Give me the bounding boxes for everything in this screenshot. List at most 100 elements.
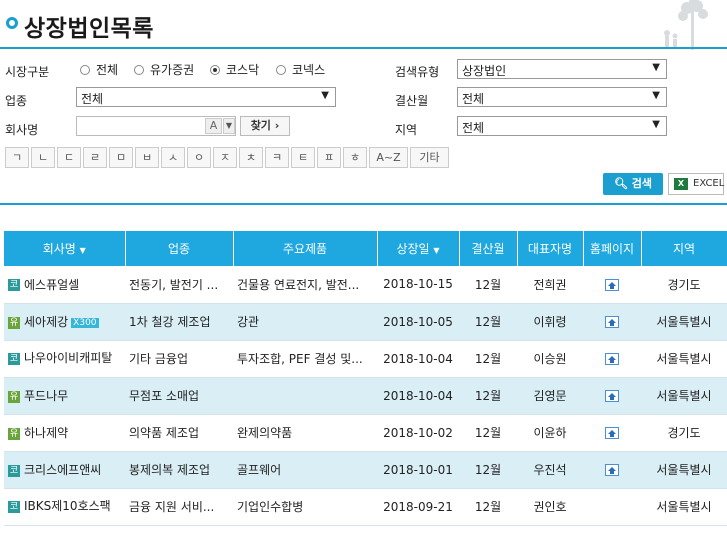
cell-ceo: 이휘령	[517, 303, 583, 341]
home-icon[interactable]	[605, 316, 619, 328]
settle-month-value: 전체	[462, 92, 485, 106]
excel-button-label: EXCEL	[693, 178, 725, 189]
header-region: 지역	[641, 231, 727, 266]
company-table: 회사명 ▼ 업종 주요제품 상장일 ▼ 결산월 대표자명 홈페이지 지역 코 에스…	[4, 231, 727, 526]
company-link[interactable]: 하나제약	[24, 426, 68, 440]
chevron-down-icon: ▼	[652, 62, 660, 73]
company-link[interactable]: 에스퓨얼셀	[24, 278, 79, 292]
initial-button[interactable]: ㅈ	[213, 147, 237, 168]
radio-market-konex[interactable]: 코넥스	[276, 61, 325, 78]
initial-button[interactable]: ㅇ	[187, 147, 211, 168]
header-ceo: 대표자명	[517, 231, 584, 266]
initial-button[interactable]: ㅂ	[135, 147, 159, 168]
cell-listing-date: 2018-10-02	[377, 414, 459, 452]
search-type-value: 상장법인	[462, 64, 507, 78]
cell-company[interactable]: 코 크리스에프앤씨	[4, 451, 125, 489]
table-row: 코 크리스에프앤씨 봉제의복 제조업 골프웨어 2018-10-01 12월 우진석 서울특별…	[4, 451, 727, 489]
cell-product	[233, 377, 377, 415]
cell-industry: 무점포 소매업	[125, 377, 233, 415]
cell-industry: 기타 금융업	[125, 340, 233, 378]
cell-industry: 1차 철강 제조업	[125, 303, 233, 341]
settle-month-select[interactable]: 전체 ▼	[457, 87, 667, 107]
company-link[interactable]: IBKS제10호스팩	[24, 499, 111, 513]
search-type-label: 검색유형	[395, 65, 440, 79]
home-icon[interactable]	[605, 390, 619, 402]
title-bar: 상장법인목록	[0, 0, 727, 50]
header-listing-date[interactable]: 상장일 ▼	[377, 231, 460, 266]
cell-company[interactable]: 유 하나제약	[4, 414, 125, 452]
initial-button-az[interactable]: A~Z	[369, 147, 408, 168]
initial-button[interactable]: ㅍ	[317, 147, 341, 168]
cell-region: 경기도	[641, 266, 727, 304]
cell-region: 서울특별시	[641, 377, 727, 415]
initial-button[interactable]: ㄷ	[57, 147, 81, 168]
header-company[interactable]: 회사명 ▼	[4, 231, 126, 266]
initial-filter-bar: ㄱ ㄴ ㄷ ㄹ ㅁ ㅂ ㅅ ㅇ ㅈ ㅊ ㅋ ㅌ ㅍ ㅎ A~Z 기타	[5, 147, 451, 168]
company-link[interactable]: 푸드나무	[24, 389, 68, 403]
radio-market-kospi[interactable]: 유가증권	[134, 61, 194, 78]
cell-company[interactable]: 유 세아제강 X300	[4, 303, 125, 341]
company-name-input[interactable]: A ▼	[76, 116, 236, 136]
industry-value: 전체	[81, 92, 104, 106]
cell-settle-month: 12월	[459, 303, 517, 341]
company-link[interactable]: 나우아이비캐피탈	[24, 351, 112, 365]
cell-settle-month: 12월	[459, 266, 517, 304]
cell-settle-month: 12월	[459, 414, 517, 452]
tree-family-illustration-icon	[664, 0, 708, 50]
caret-down-icon[interactable]: ▼	[223, 118, 235, 134]
company-link[interactable]: 크리스에프앤씨	[24, 463, 101, 477]
search-button-label: 검색	[631, 177, 653, 190]
cell-company[interactable]: 코 IBKS제10호스팩	[4, 488, 125, 526]
cell-region: 경기도	[641, 414, 727, 452]
company-link[interactable]: 세아제강	[24, 315, 68, 329]
table-row: 코 에스퓨얼셀 전동기, 발전기 ... 건물용 연료전지, 발전... 2018-10…	[4, 266, 727, 304]
title-ring-icon	[6, 17, 18, 29]
industry-select[interactable]: 전체 ▼	[76, 87, 336, 107]
cell-settle-month: 12월	[459, 451, 517, 489]
cell-homepage	[583, 266, 641, 304]
excel-button[interactable]: X EXCEL	[668, 173, 724, 195]
market-label: 시장구분	[5, 65, 50, 79]
search-button[interactable]: 🔍︎ 검색	[603, 173, 663, 195]
home-icon[interactable]	[605, 464, 619, 476]
cell-company[interactable]: 코 나우아이비캐피탈	[4, 340, 125, 378]
initial-button[interactable]: ㅊ	[239, 147, 263, 168]
issue-tag: X300	[71, 317, 99, 328]
chevron-down-icon: ▼	[321, 90, 329, 101]
find-label: 찾기	[250, 119, 271, 132]
ab-toggle[interactable]: A	[205, 118, 222, 134]
initial-button[interactable]: ㅁ	[109, 147, 133, 168]
initial-button[interactable]: ㄱ	[5, 147, 29, 168]
header-industry: 업종	[125, 231, 234, 266]
initial-button[interactable]: ㄴ	[31, 147, 55, 168]
cell-listing-date: 2018-10-04	[377, 377, 459, 415]
initial-button[interactable]: ㅅ	[161, 147, 185, 168]
home-icon[interactable]	[605, 353, 619, 365]
cell-ceo: 권인호	[517, 488, 583, 526]
initial-button[interactable]: ㅋ	[265, 147, 289, 168]
cell-homepage	[583, 377, 641, 415]
initial-button[interactable]: ㅌ	[291, 147, 315, 168]
title-divider	[0, 47, 727, 49]
cell-homepage	[583, 303, 641, 341]
initial-button-etc[interactable]: 기타	[410, 147, 449, 168]
radio-market-all[interactable]: 전체	[80, 61, 118, 78]
initial-button[interactable]: ㅎ	[343, 147, 367, 168]
initial-button[interactable]: ㄹ	[83, 147, 107, 168]
market-badge: 유	[8, 316, 20, 329]
home-icon[interactable]	[605, 278, 619, 291]
cell-homepage	[583, 451, 641, 489]
find-button[interactable]: 찾기 ›	[240, 116, 290, 136]
radio-market-kosdaq[interactable]: 코스닥	[210, 61, 259, 78]
table-row: 유 하나제약 의약품 제조업 완제의약품 2018-10-02 12월 이윤하 경기도	[4, 414, 727, 452]
cell-homepage	[583, 340, 641, 378]
cell-listing-date: 2018-09-21	[377, 488, 459, 526]
cell-company[interactable]: 유 푸드나무	[4, 377, 125, 415]
home-icon[interactable]	[605, 427, 619, 439]
filter-divider	[0, 203, 727, 205]
search-type-select[interactable]: 상장법인 ▼	[457, 59, 667, 79]
cell-company[interactable]: 코 에스퓨얼셀	[4, 266, 125, 304]
chevron-down-icon: ▼	[652, 90, 660, 101]
table-row: 코 나우아이비캐피탈 기타 금융업 투자조합, PEF 결성 및... 2018-10-…	[4, 340, 727, 378]
region-select[interactable]: 전체 ▼	[457, 116, 667, 136]
